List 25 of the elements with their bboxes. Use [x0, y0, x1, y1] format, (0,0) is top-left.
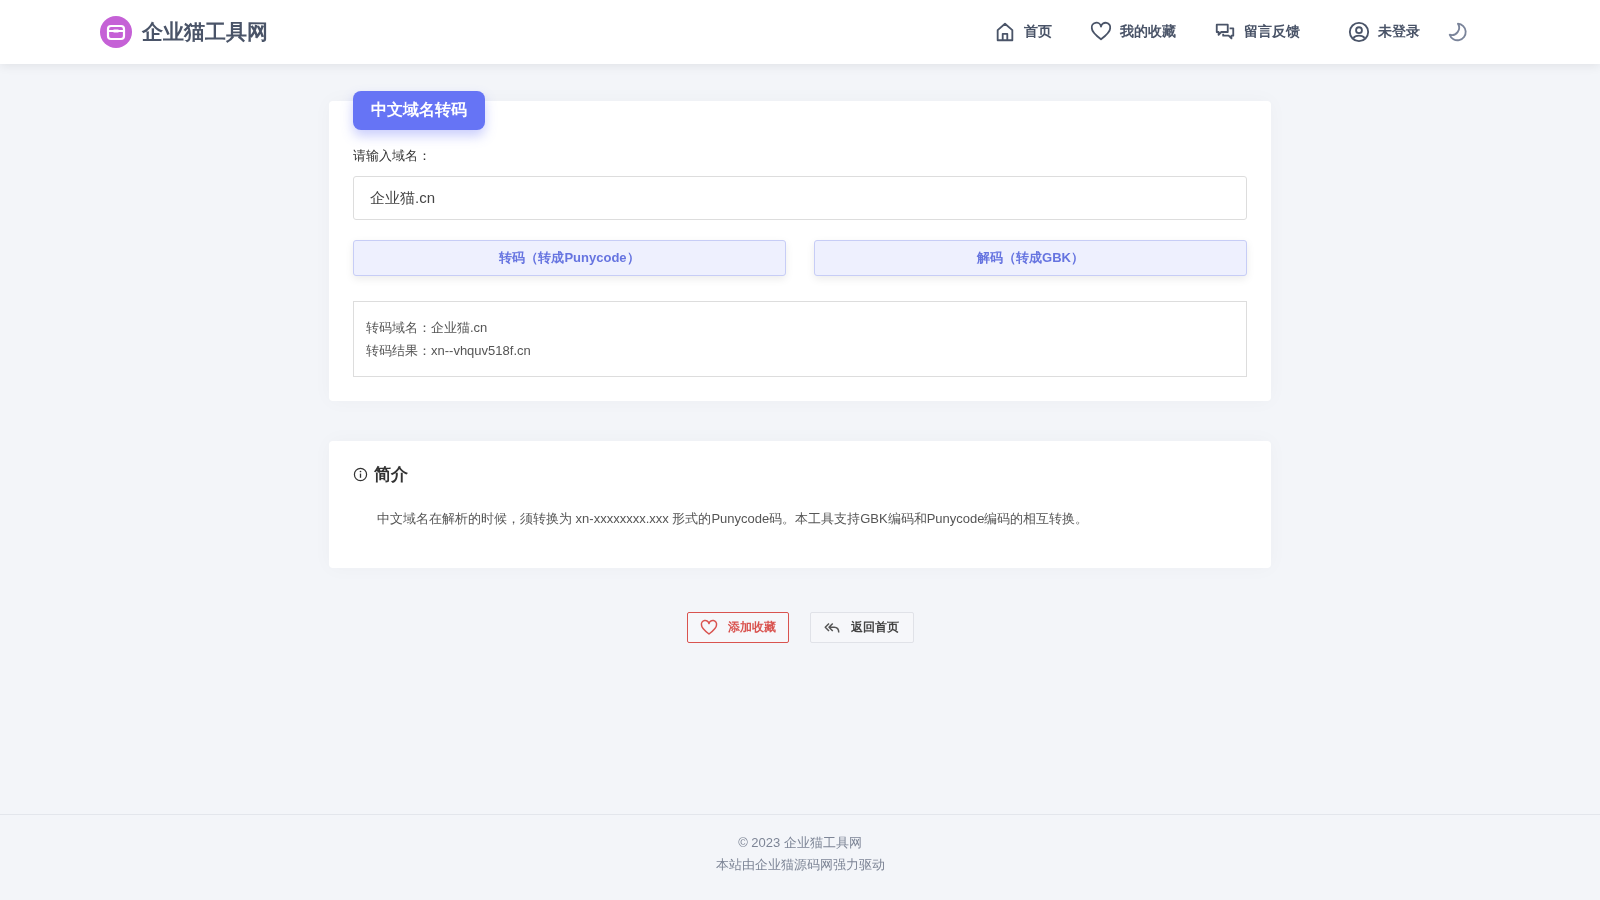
footer-text: © 2023 企业猫工具网: [738, 833, 862, 852]
tool-title-badge: 中文域名转码: [353, 91, 485, 130]
toolbox-logo-icon: [100, 16, 132, 48]
result-line: 转码域名：企业猫.cn: [366, 319, 489, 337]
home-icon: [994, 21, 1016, 43]
nav-link[interactable]: 首页: [994, 21, 1052, 43]
result-line: 转码结果：xn--vhquv518f.cn: [366, 342, 532, 360]
nav-link[interactable]: 我的收藏: [1090, 21, 1176, 43]
intro-paragraph: 中文域名在解析的时候，须转换为 xn-xxxxxxxx.xxx 形式的Punycode码。本工具支持GBK编码和Punycode编码的相互转换。: [377, 510, 1090, 528]
action-button[interactable]: 返回首页: [809, 612, 914, 643]
footer-text: 本站由企业猫源码网强力驱动: [715, 855, 885, 874]
site-logo-text[interactable]: 企业猫工具网: [142, 18, 268, 46]
heart-icon: [699, 618, 718, 637]
convert-button[interactable]: 转码（转成Punycode）: [353, 240, 786, 276]
action-button[interactable]: 添加收藏: [686, 612, 789, 643]
intro-title: 简介: [374, 464, 408, 486]
moon-icon[interactable]: [1446, 21, 1468, 43]
field-label: 请输入域名：: [353, 147, 432, 165]
nav-link[interactable]: 留言反馈: [1214, 21, 1300, 43]
heart-icon: [1090, 21, 1112, 43]
nav-link[interactable]: 未登录: [1348, 21, 1420, 43]
info-icon: [353, 467, 368, 482]
convert-button[interactable]: 解码（转成GBK）: [814, 240, 1247, 276]
domain-input-field[interactable]: 企业猫.cn: [353, 176, 1247, 220]
user-circle-icon: [1348, 21, 1370, 43]
